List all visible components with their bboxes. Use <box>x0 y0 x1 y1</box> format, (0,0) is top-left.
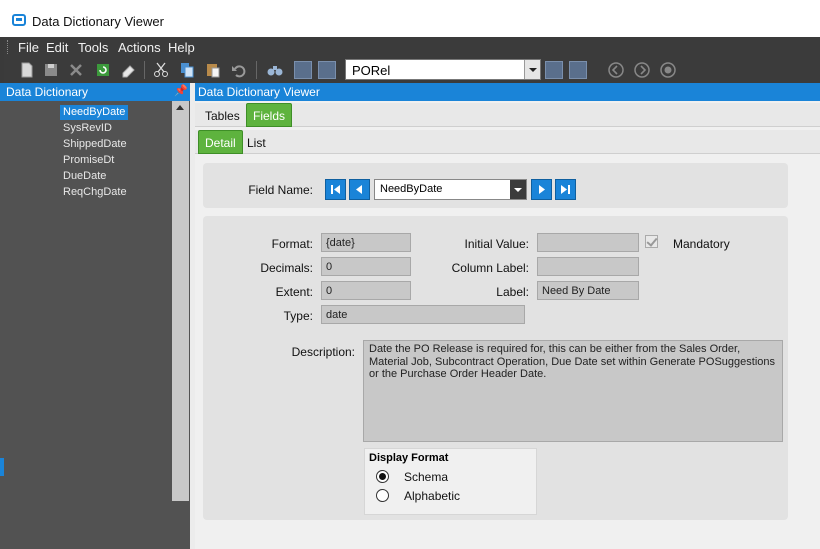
title-bar: Data Dictionary Viewer <box>0 0 820 37</box>
tree-item-reqchgdate[interactable]: ReqChgDate <box>60 185 130 200</box>
window-title: Data Dictionary Viewer <box>32 14 164 29</box>
field-name-select[interactable]: NeedByDate <box>374 179 527 200</box>
sub-tab-strip: Detail List <box>195 130 820 154</box>
data-dictionary-panel-header: Data Dictionary 📌 <box>0 83 190 101</box>
undo-icon[interactable] <box>230 61 248 79</box>
data-dictionary-tree: NeedByDate SysRevID ShippedDate PromiseD… <box>0 101 190 549</box>
initial-value-field[interactable] <box>537 233 639 252</box>
decimals-label: Decimals: <box>260 261 313 275</box>
pin-icon[interactable]: 📌 <box>174 84 188 97</box>
viewer-title: Data Dictionary Viewer <box>198 85 320 99</box>
schema-radio[interactable] <box>376 470 389 483</box>
label-label: Label: <box>496 285 529 299</box>
decimals-field[interactable]: 0 <box>321 257 411 276</box>
alphabetic-radio[interactable] <box>376 489 389 502</box>
type-field[interactable]: date <box>321 305 525 324</box>
scroll-up-icon[interactable] <box>176 105 184 110</box>
stop-icon[interactable] <box>659 61 677 79</box>
cut-icon[interactable] <box>152 61 170 79</box>
format-label: Format: <box>271 237 313 251</box>
menu-bar: File Edit Tools Actions Help <box>4 37 820 57</box>
initial-value-label: Initial Value: <box>464 237 529 251</box>
display-format-group: Display Format Schema Alphabetic <box>364 448 537 515</box>
copy-icon[interactable] <box>178 61 196 79</box>
chevron-down-icon[interactable] <box>510 180 526 199</box>
main-tab-strip: Tables Fields <box>195 103 820 127</box>
previous-field-button[interactable] <box>349 179 370 200</box>
table-select[interactable]: PORel <box>345 59 541 80</box>
delete-icon[interactable] <box>67 61 85 79</box>
last-record-button[interactable] <box>569 61 587 79</box>
eraser-icon[interactable] <box>120 61 138 79</box>
tree-item-shippeddate[interactable]: ShippedDate <box>60 137 130 152</box>
tree-item-promisedt[interactable]: PromiseDt <box>60 153 117 168</box>
menu-help[interactable]: Help <box>168 40 195 55</box>
forward-icon[interactable] <box>633 61 651 79</box>
menu-edit[interactable]: Edit <box>46 40 68 55</box>
viewer-panel-header: Data Dictionary Viewer <box>195 83 820 101</box>
menu-file[interactable]: File <box>18 40 39 55</box>
type-label: Type: <box>283 309 313 323</box>
refresh-icon[interactable] <box>94 61 112 79</box>
extent-field[interactable]: 0 <box>321 281 411 300</box>
search-binoculars-icon[interactable] <box>266 61 284 79</box>
paste-icon[interactable] <box>204 61 222 79</box>
table-select-value: PORel <box>352 63 391 78</box>
tab-detail[interactable]: Detail <box>198 130 243 154</box>
data-dictionary-title: Data Dictionary <box>6 85 89 99</box>
extent-label: Extent: <box>275 285 313 299</box>
mandatory-checkbox[interactable] <box>645 235 658 248</box>
format-field[interactable]: {date} <box>321 233 411 252</box>
toolbar-separator <box>144 61 145 79</box>
tree-item-sysrevid[interactable]: SysRevID <box>60 121 115 136</box>
description-field[interactable]: Date the PO Release is required for, thi… <box>363 340 783 442</box>
alphabetic-label[interactable]: Alphabetic <box>404 489 460 503</box>
tree-item-needbydate[interactable]: NeedByDate <box>60 105 129 120</box>
app-icon <box>12 14 26 26</box>
description-label: Description: <box>291 345 355 359</box>
first-record-button[interactable] <box>294 61 312 79</box>
menu-actions[interactable]: Actions <box>118 40 161 55</box>
menu-grip-icon <box>7 40 10 54</box>
field-name-label: Field Name: <box>248 183 313 197</box>
new-icon[interactable] <box>18 61 36 79</box>
schema-label[interactable]: Schema <box>404 470 448 484</box>
column-label-label: Column Label: <box>451 261 529 275</box>
toolbar-separator <box>256 61 257 79</box>
column-label-field[interactable] <box>537 257 639 276</box>
chevron-down-icon[interactable] <box>524 60 540 79</box>
tree-item-duedate[interactable]: DueDate <box>60 169 109 184</box>
label-field[interactable]: Need By Date <box>537 281 639 300</box>
last-field-button[interactable] <box>555 179 576 200</box>
tab-list[interactable]: List <box>241 130 272 154</box>
field-name-value: NeedByDate <box>380 183 443 195</box>
toolbar: PORel <box>4 57 820 83</box>
first-field-button[interactable] <box>325 179 346 200</box>
tab-fields[interactable]: Fields <box>246 103 293 127</box>
previous-record-button[interactable] <box>318 61 336 79</box>
menu-tools[interactable]: Tools <box>78 40 108 55</box>
save-icon[interactable] <box>42 61 60 79</box>
tab-tables[interactable]: Tables <box>199 103 246 127</box>
next-field-button[interactable] <box>531 179 552 200</box>
left-edge-accent <box>0 458 4 476</box>
tree-scrollbar[interactable] <box>172 101 189 501</box>
mandatory-label: Mandatory <box>673 237 730 251</box>
back-icon[interactable] <box>607 61 625 79</box>
next-record-button[interactable] <box>545 61 563 79</box>
display-format-title: Display Format <box>369 452 449 464</box>
